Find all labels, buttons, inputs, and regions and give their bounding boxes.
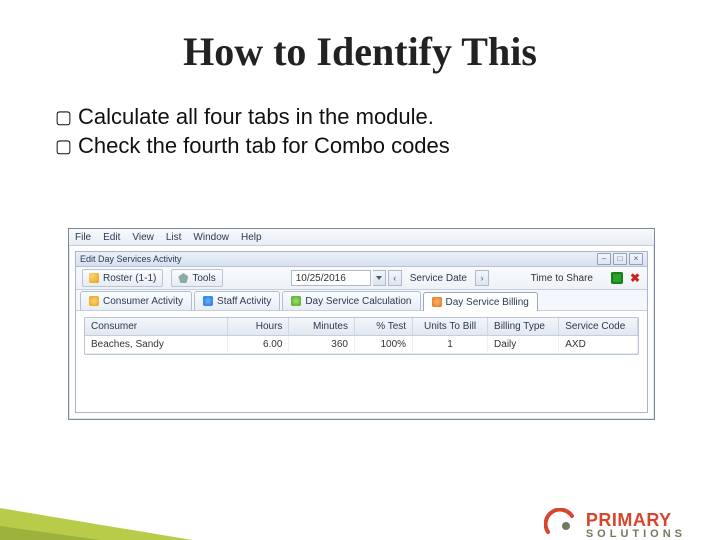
logo-solutions-text: SOLUTIONS — [586, 529, 686, 540]
cancel-icon[interactable]: ✖ — [629, 272, 641, 284]
save-icon[interactable] — [611, 272, 623, 284]
minimize-icon[interactable]: – — [597, 253, 611, 265]
grid-header: Consumer Hours Minutes % Test Units To B… — [85, 318, 638, 336]
col-hours[interactable]: Hours — [228, 318, 290, 335]
date-prev-button[interactable]: ‹ — [388, 270, 402, 286]
col-pct-test[interactable]: % Test — [355, 318, 413, 335]
bullet-box-icon: ▢ — [55, 105, 72, 129]
child-title-bar: Edit Day Services Activity – □ × — [76, 252, 647, 267]
cell-consumer: Beaches, Sandy — [85, 336, 228, 353]
tab-day-service-calculation[interactable]: Day Service Calculation — [282, 291, 420, 310]
date-next-button[interactable]: › — [475, 270, 489, 286]
tools-button[interactable]: Tools — [171, 269, 222, 287]
roster-button[interactable]: Roster (1-1) — [82, 269, 163, 287]
tools-label: Tools — [192, 273, 215, 284]
time-to-share-label: Time to Share — [531, 273, 593, 284]
tab-icon — [432, 297, 442, 307]
slide-title: How to Identify This — [0, 28, 720, 75]
cell-billing-type: Daily — [488, 336, 559, 353]
col-minutes[interactable]: Minutes — [289, 318, 355, 335]
tab-day-service-billing[interactable]: Day Service Billing — [423, 292, 538, 311]
app-window: File Edit View List Window Help Edit Day… — [68, 228, 655, 420]
cell-units-to-bill: 1 — [413, 336, 488, 353]
tab-label: Consumer Activity — [103, 296, 183, 307]
service-date-input[interactable]: 10/25/2016 — [291, 270, 371, 286]
menu-view[interactable]: View — [132, 232, 154, 243]
service-date-label: Service Date — [410, 273, 467, 284]
date-dropdown-icon[interactable] — [373, 270, 386, 286]
cell-service-code: AXD — [559, 336, 638, 353]
menu-help[interactable]: Help — [241, 232, 262, 243]
roster-icon — [89, 273, 99, 283]
bullet-item: ▢ Calculate all four tabs in the module. — [55, 102, 660, 132]
decorative-wedge — [0, 448, 360, 540]
menu-list[interactable]: List — [166, 232, 182, 243]
billing-grid: Consumer Hours Minutes % Test Units To B… — [84, 317, 639, 355]
tab-label: Day Service Calculation — [305, 296, 411, 307]
col-units-to-bill[interactable]: Units To Bill — [413, 318, 488, 335]
close-icon[interactable]: × — [629, 253, 643, 265]
bullet-list: ▢ Calculate all four tabs in the module.… — [55, 102, 660, 161]
tab-icon — [291, 296, 301, 306]
menu-file[interactable]: File — [75, 232, 91, 243]
cell-minutes: 360 — [289, 336, 355, 353]
logo-swoosh-icon — [544, 508, 578, 540]
child-title: Edit Day Services Activity — [80, 254, 182, 264]
col-service-code[interactable]: Service Code — [559, 318, 638, 335]
menu-bar: File Edit View List Window Help — [69, 229, 654, 246]
menu-edit[interactable]: Edit — [103, 232, 120, 243]
col-consumer[interactable]: Consumer — [85, 318, 228, 335]
cell-hours: 6.00 — [228, 336, 290, 353]
table-row[interactable]: Beaches, Sandy 6.00 360 100% 1 Daily AXD — [85, 336, 638, 354]
tools-icon — [178, 273, 188, 283]
bullet-box-icon: ▢ — [55, 134, 72, 158]
tab-label: Day Service Billing — [446, 297, 529, 308]
tab-bar: Consumer Activity Staff Activity Day Ser… — [76, 290, 647, 311]
maximize-icon[interactable]: □ — [613, 253, 627, 265]
logo-primary-text: PRIMARY — [586, 511, 686, 529]
roster-label: Roster (1-1) — [103, 273, 156, 284]
col-billing-type[interactable]: Billing Type — [488, 318, 559, 335]
mdi-child-window: Edit Day Services Activity – □ × Roster … — [75, 251, 648, 413]
menu-window[interactable]: Window — [193, 232, 229, 243]
bullet-text: Calculate all four tabs in the module. — [78, 102, 434, 132]
tab-staff-activity[interactable]: Staff Activity — [194, 291, 280, 310]
tab-icon — [89, 296, 99, 306]
tab-icon — [203, 296, 213, 306]
brand-logo: PRIMARY SOLUTIONS — [544, 508, 686, 540]
bullet-text: Check the fourth tab for Combo codes — [78, 131, 450, 161]
toolbar: Roster (1-1) Tools 10/25/2016 ‹ Service … — [76, 267, 647, 290]
cell-pct-test: 100% — [355, 336, 413, 353]
bullet-item: ▢ Check the fourth tab for Combo codes — [55, 131, 660, 161]
tab-label: Staff Activity — [217, 296, 271, 307]
tab-consumer-activity[interactable]: Consumer Activity — [80, 291, 192, 310]
